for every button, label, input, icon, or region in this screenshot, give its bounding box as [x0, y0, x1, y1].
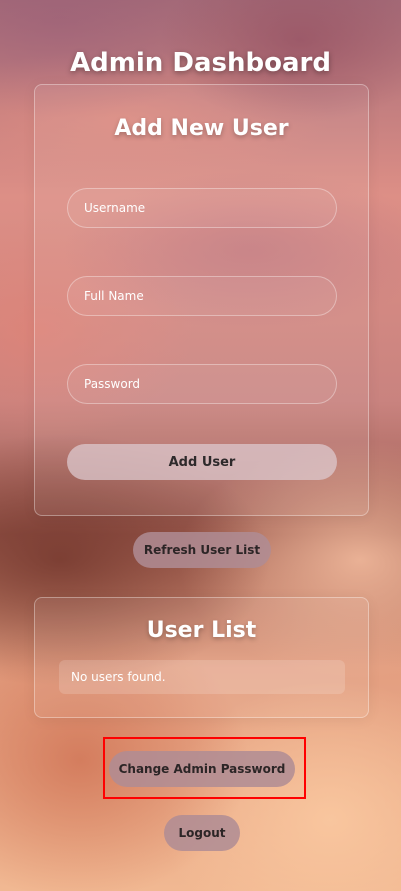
- logout-button[interactable]: Logout: [164, 815, 240, 851]
- username-input[interactable]: [67, 188, 337, 228]
- change-admin-password-button[interactable]: Change Admin Password: [109, 751, 295, 787]
- full-name-input[interactable]: [67, 276, 337, 316]
- add-user-button[interactable]: Add User: [67, 444, 337, 480]
- empty-user-list-message: No users found.: [59, 660, 345, 694]
- add-user-heading: Add New User: [114, 116, 289, 141]
- user-list-heading: User List: [146, 618, 257, 643]
- user-list-card: User List No users found.: [34, 597, 369, 718]
- add-user-card: Add New User Add User: [34, 84, 369, 516]
- password-input[interactable]: [67, 364, 337, 404]
- page-title: Admin Dashboard: [70, 48, 331, 79]
- refresh-user-list-button[interactable]: Refresh User List: [133, 532, 271, 568]
